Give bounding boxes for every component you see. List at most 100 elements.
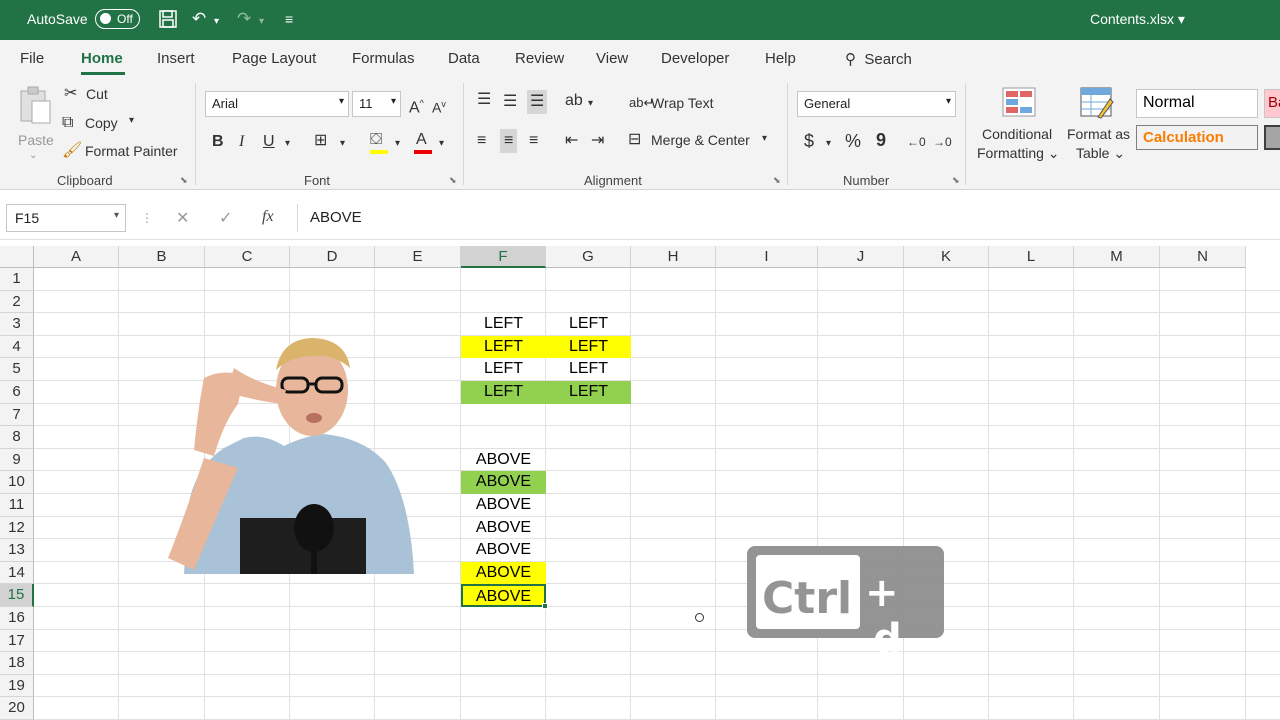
cell-f6[interactable]: LEFT <box>461 381 546 404</box>
cell-f12[interactable]: ABOVE <box>461 517 546 540</box>
borders-dropdown-icon[interactable]: ▾ <box>340 135 345 153</box>
align-center-icon[interactable]: ≡ <box>500 129 518 153</box>
orientation-icon[interactable]: ab <box>565 92 583 110</box>
style-calculation[interactable]: Calculation <box>1136 125 1258 150</box>
row-header-4[interactable]: 4 <box>0 335 34 359</box>
italic-button[interactable]: I <box>239 133 244 151</box>
row-header-16[interactable]: 16 <box>0 607 34 630</box>
row-header-17[interactable]: 17 <box>0 629 34 653</box>
font-launcher-icon[interactable]: ⬊ <box>449 175 457 186</box>
tab-help[interactable]: Help <box>765 50 796 67</box>
orientation-dropdown-icon[interactable]: ▾ <box>588 95 593 113</box>
save-icon[interactable] <box>158 9 178 34</box>
tab-view[interactable]: View <box>596 50 628 67</box>
font-size-select[interactable]: 11 ▾ <box>352 91 401 117</box>
cell-f5[interactable]: LEFT <box>461 358 546 381</box>
currency-dropdown-icon[interactable]: ▾ <box>826 135 831 153</box>
row-header-8[interactable]: 8 <box>0 426 34 449</box>
alignment-launcher-icon[interactable]: ⬊ <box>773 175 781 186</box>
cut-button[interactable]: ✂ Cut <box>64 85 124 107</box>
decrease-font-icon[interactable]: Av <box>432 95 446 117</box>
search-box[interactable]: ⚲ Search <box>845 50 912 68</box>
style-bad[interactable]: Ba <box>1264 89 1280 118</box>
column-header-m[interactable]: M <box>1074 246 1160 268</box>
customize-toolbar-icon[interactable]: ≡ <box>285 9 293 29</box>
cancel-icon[interactable]: ✕ <box>176 208 189 228</box>
cell-f11[interactable]: ABOVE <box>461 494 546 517</box>
column-header-j[interactable]: J <box>818 246 904 268</box>
cell-g3[interactable]: LEFT <box>546 313 631 336</box>
increase-font-icon[interactable]: A^ <box>409 94 424 117</box>
column-header-g[interactable]: G <box>546 246 631 268</box>
column-header-l[interactable]: L <box>989 246 1074 268</box>
row-header-7[interactable]: 7 <box>0 403 34 427</box>
redo-icon[interactable]: ↷ <box>237 9 251 29</box>
row-header-14[interactable]: 14 <box>0 561 34 585</box>
currency-button[interactable]: $ <box>804 132 814 150</box>
cell-f3[interactable]: LEFT <box>461 313 546 336</box>
name-box[interactable]: F15 ▾ <box>6 204 126 232</box>
row-header-9[interactable]: 9 <box>0 448 34 472</box>
copy-button[interactable]: ⧉ Copy ▾ <box>62 114 142 136</box>
column-header-e[interactable]: E <box>375 246 461 268</box>
bottom-align-icon[interactable]: ☰ <box>527 90 548 114</box>
cell-f14[interactable]: ABOVE <box>461 561 546 585</box>
number-launcher-icon[interactable]: ⬊ <box>952 175 960 186</box>
merge-center-button[interactable]: ⊟ Merge & Center ▾ <box>628 131 776 153</box>
tab-page-layout[interactable]: Page Layout <box>232 50 316 67</box>
row-header-1[interactable]: 1 <box>0 268 34 291</box>
undo-icon[interactable]: ↶ <box>192 9 206 29</box>
number-format-select[interactable]: General ▾ <box>797 91 956 117</box>
bold-button[interactable]: B <box>212 133 224 151</box>
cell-g4[interactable]: LEFT <box>546 335 631 359</box>
row-header-11[interactable]: 11 <box>0 494 34 517</box>
align-right-icon[interactable]: ≡ <box>529 132 538 150</box>
row-header-15[interactable]: 15 <box>0 584 34 607</box>
column-header-b[interactable]: B <box>119 246 205 268</box>
middle-align-icon[interactable]: ☰ <box>503 93 517 111</box>
tab-file[interactable]: File <box>20 50 44 67</box>
enter-icon[interactable]: ✓ <box>219 208 232 228</box>
clipboard-launcher-icon[interactable]: ⬊ <box>180 175 188 186</box>
decrease-decimal-icon[interactable]: →0 <box>933 133 952 151</box>
tab-formulas[interactable]: Formulas <box>352 50 415 67</box>
row-header-19[interactable]: 19 <box>0 674 34 698</box>
file-name[interactable]: Contents.xlsx ▾ <box>1090 11 1185 28</box>
row-header-6[interactable]: 6 <box>0 381 34 404</box>
row-header-20[interactable]: 20 <box>0 697 34 720</box>
row-header-12[interactable]: 12 <box>0 516 34 540</box>
underline-button[interactable]: U <box>263 133 275 151</box>
column-header-c[interactable]: C <box>205 246 290 268</box>
cell-f4[interactable]: LEFT <box>461 335 546 359</box>
conditional-formatting-button[interactable]: Conditional Formatting ⌄ <box>976 85 1062 173</box>
font-color-icon[interactable]: A <box>414 131 432 154</box>
fill-color-dropdown-icon[interactable]: ▾ <box>395 135 400 153</box>
autosave-toggle[interactable]: Off <box>95 9 140 29</box>
cell-g5[interactable]: LEFT <box>546 358 631 381</box>
decrease-indent-icon[interactable]: ⇤ <box>565 132 578 150</box>
increase-decimal-icon[interactable]: ←0 <box>907 133 926 151</box>
undo-dropdown-icon[interactable]: ▾ <box>214 12 219 32</box>
format-as-table-button[interactable]: Format as Table ⌄ <box>1064 85 1132 173</box>
cell-f9[interactable]: ABOVE <box>461 449 546 472</box>
comma-button[interactable]: 9 <box>876 131 886 149</box>
row-header-10[interactable]: 10 <box>0 471 34 494</box>
formula-input[interactable] <box>297 204 1277 232</box>
row-header-5[interactable]: 5 <box>0 358 34 381</box>
row-header-3[interactable]: 3 <box>0 313 34 336</box>
insert-function-icon[interactable]: fx <box>262 208 274 226</box>
borders-icon[interactable]: ⊞ <box>314 132 327 150</box>
column-header-n[interactable]: N <box>1160 246 1246 268</box>
style-check-cell[interactable] <box>1264 125 1280 150</box>
cell-g6[interactable]: LEFT <box>546 381 631 404</box>
style-normal[interactable]: Normal <box>1136 89 1258 118</box>
wrap-text-button[interactable]: ab↵ Wrap Text <box>629 94 719 116</box>
tab-home[interactable]: Home <box>81 50 123 67</box>
column-header-h[interactable]: H <box>631 246 716 268</box>
tab-review[interactable]: Review <box>515 50 564 67</box>
select-all-corner[interactable] <box>0 246 34 268</box>
column-header-k[interactable]: K <box>904 246 989 268</box>
cell-f13[interactable]: ABOVE <box>461 539 546 562</box>
column-header-a[interactable]: A <box>34 246 119 268</box>
format-painter-button[interactable]: 🖌 Format Painter <box>62 142 182 164</box>
